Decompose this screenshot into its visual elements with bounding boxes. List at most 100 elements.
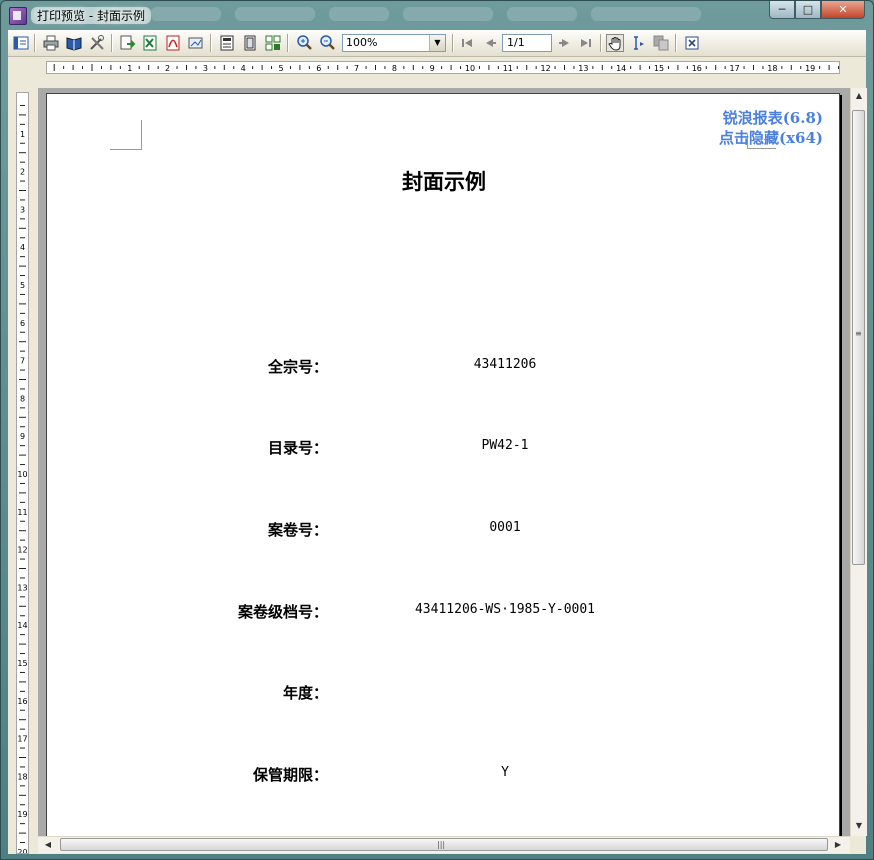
maximize-button[interactable]: □: [795, 1, 821, 19]
chevron-down-icon[interactable]: ▼: [429, 35, 445, 51]
zoom-select[interactable]: 100% ▼: [342, 34, 446, 52]
image-export-icon[interactable]: [187, 34, 205, 52]
watermark-line: 点击隐藏(x64): [718, 129, 823, 147]
ruler-number: 3: [20, 205, 25, 214]
thumbnail-view-icon[interactable]: [12, 34, 30, 52]
ruler-number: 2: [165, 64, 170, 73]
ruler-number: 16: [17, 697, 27, 706]
scroll-right-button[interactable]: ▶: [830, 837, 846, 853]
horizontal-scrollbar[interactable]: ◀ ||| ▶: [38, 836, 850, 853]
title-bar[interactable]: 打印预览 - 封面示例 ─ □ ✕: [1, 1, 873, 29]
preview-canvas[interactable]: 锐浪报表(6.8) 点击隐藏(x64) 封面示例 全宗号： 43411206 目…: [38, 88, 850, 836]
ruler-number: 10: [17, 470, 27, 479]
toolbar-separator: [600, 34, 602, 52]
ruler-number: 16: [692, 64, 702, 73]
margin-corner-mark: [110, 120, 142, 150]
field-value: Y: [501, 765, 509, 780]
ruler-number: 9: [20, 432, 25, 441]
export-icon[interactable]: [118, 34, 136, 52]
tools-icon[interactable]: [88, 34, 106, 52]
trial-watermark[interactable]: 锐浪报表(6.8) 点击隐藏(x64): [719, 108, 823, 148]
vertical-scrollbar[interactable]: ▲ ≡ ▼: [850, 88, 867, 836]
toolbar-separator: [210, 34, 212, 52]
vertical-ruler: 1 2 3 4 5 6 7 8 9 10 11 12 13 14 15 16 17 18 19 20: [16, 92, 29, 857]
zoom-out-icon[interactable]: [318, 34, 336, 52]
ruler-number: 5: [20, 281, 25, 290]
field-label: 年度：: [282, 684, 328, 702]
hand-icon[interactable]: [606, 34, 624, 52]
background-taskbar-blur: [151, 7, 751, 23]
prev-page-icon[interactable]: [481, 34, 499, 52]
ruler-number: 18: [17, 772, 27, 781]
document-title: 封面示例: [402, 169, 486, 194]
field-label: 案卷号：: [267, 521, 328, 539]
multi-page-icon[interactable]: [264, 34, 282, 52]
ruler-number: 11: [503, 64, 513, 73]
ruler-number: 1: [20, 130, 25, 139]
copy-icon[interactable]: [652, 34, 670, 52]
ruler-number: 8: [392, 64, 397, 73]
page-width-icon[interactable]: [241, 34, 259, 52]
field-value: 43411206: [473, 357, 537, 372]
field-label: 案卷级档号：: [237, 603, 328, 621]
horizontal-scroll-thumb[interactable]: |||: [60, 838, 828, 851]
print-preview-window: 打印预览 - 封面示例 ─ □ ✕ 100% ▼ 1/1 1 2 3 4 5 6…: [0, 0, 874, 860]
vertical-ruler-ticks: 1234567891011121314151617181920: [17, 104, 28, 857]
next-page-icon[interactable]: [556, 34, 574, 52]
pdf-icon[interactable]: [164, 34, 182, 52]
size-grip[interactable]: [850, 836, 866, 852]
watermark-line: 锐浪报表(6.8): [722, 109, 823, 127]
ruler-number: 15: [654, 64, 664, 73]
text-cursor-icon[interactable]: [629, 34, 647, 52]
caption-buttons: ─ □ ✕: [769, 1, 865, 21]
first-page-icon[interactable]: [458, 34, 476, 52]
grip-icon: |||: [437, 840, 446, 849]
ruler-number: 15: [17, 659, 27, 668]
ruler-number: 3: [203, 64, 208, 73]
horizontal-ruler-ticks: 1234567891011121314151617181920: [53, 64, 853, 73]
excel-icon[interactable]: [141, 34, 159, 52]
toolbar-separator: [111, 34, 113, 52]
ruler-number: 12: [541, 64, 551, 73]
ruler-number: 19: [17, 810, 27, 819]
field-value: 0001: [489, 520, 521, 535]
ruler-number: 19: [805, 64, 815, 73]
vertical-scroll-thumb[interactable]: ≡: [852, 110, 865, 565]
minimize-button[interactable]: ─: [769, 1, 795, 19]
ruler-number: 18: [767, 64, 777, 73]
ruler-number: 14: [616, 64, 626, 73]
zoom-value: 100%: [346, 36, 378, 49]
ruler-number: 6: [316, 64, 321, 73]
horizontal-ruler: 1234567891011121314151617181920: [46, 61, 853, 74]
preview-toolbar: 100% ▼ 1/1: [8, 30, 866, 57]
field-value: 43411206-WS·1985-Y-0001: [414, 602, 595, 617]
zoom-in-icon[interactable]: [295, 34, 313, 52]
ruler-number: 20: [17, 848, 27, 853]
ruler-number: 13: [578, 64, 588, 73]
ruler-number: 13: [17, 583, 27, 592]
last-page-icon[interactable]: [577, 34, 595, 52]
window-title: 打印预览 - 封面示例: [31, 7, 151, 24]
printer-icon[interactable]: [42, 34, 60, 52]
client-area: 100%▼ 1/1 123456789101112131415161718192…: [8, 30, 867, 857]
scroll-up-button[interactable]: ▲: [851, 88, 867, 104]
scroll-down-button[interactable]: ▼: [851, 818, 867, 834]
ruler-number: 6: [20, 319, 25, 328]
ruler-number: 8: [20, 394, 25, 403]
close-box-icon[interactable]: [683, 34, 701, 52]
scroll-left-button[interactable]: ◀: [40, 837, 56, 853]
close-button[interactable]: ✕: [821, 1, 865, 19]
ruler-number: 17: [730, 64, 740, 73]
ruler-number: 1: [127, 64, 132, 73]
app-icon: [9, 7, 27, 25]
open-book-icon[interactable]: [65, 34, 83, 52]
page-indicator[interactable]: 1/1: [502, 34, 552, 52]
field-label: 目录号：: [267, 439, 328, 457]
ruler-number: 4: [20, 243, 25, 252]
toolbar-separator: [675, 34, 677, 52]
ruler-number: 7: [20, 357, 25, 366]
ruler-number: 12: [17, 546, 27, 555]
single-page-icon[interactable]: [218, 34, 236, 52]
toolbar-separator: [34, 34, 36, 52]
field-value: PW42-1: [481, 438, 529, 453]
